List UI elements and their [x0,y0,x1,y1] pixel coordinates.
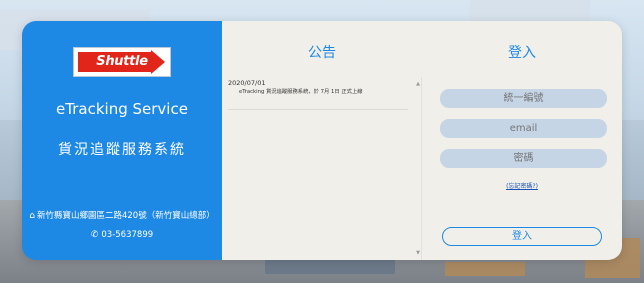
login-title: 登入 [508,45,536,61]
scroll-up-icon[interactable]: ▲ [415,81,421,87]
phone-text: 03-5637899 [101,230,154,240]
brand-subtitle: 貨況追蹤服務系統 [58,142,186,158]
news-item: 2020/07/01 eTracking 貨況追蹤服務系統，於 7月 1日 正式… [228,79,414,97]
panel-divider [421,77,422,260]
tax-id-input[interactable] [440,89,607,108]
forgot-password-link[interactable]: (忘記密碼?) [422,181,622,190]
password-input[interactable] [440,149,607,168]
company-address: ⌂ 新竹縣寶山鄉園區二路420號（新竹寶山總部） [22,209,222,221]
scroll-down-icon[interactable]: ▼ [415,250,421,256]
address-text: 新竹縣寶山鄉園區二路420號（新竹寶山總部） [36,211,215,221]
logo-text: Shuttle [96,54,148,69]
news-list[interactable]: 2020/07/01 eTracking 貨況追蹤服務系統，於 7月 1日 正式… [228,79,414,255]
news-title: 公告 [308,45,336,61]
home-icon: ⌂ [29,211,35,221]
news-item-date: 2020/07/01 [228,79,266,87]
login-card: Shuttle eTracking Service 貨況追蹤服務系統 ⌂ 新竹縣寶… [22,21,622,260]
content-panel: 公告 2020/07/01 eTracking 貨況追蹤服務系統，於 7月 1日… [222,21,622,260]
news-item-text: eTracking 貨況追蹤服務系統，於 7月 1日 正式上線 [239,89,363,95]
login-button[interactable]: 登入 [442,227,602,246]
brand-title: eTracking Service [56,100,188,118]
background-pallet [445,262,525,276]
phone-icon: ✆ [90,230,99,240]
company-phone: ✆ 03-5637899 [22,230,222,240]
news-separator [228,109,408,110]
email-input[interactable] [440,119,607,138]
brand-panel: Shuttle eTracking Service 貨況追蹤服務系統 ⌂ 新竹縣寶… [22,21,222,260]
shuttle-logo: Shuttle [73,47,171,77]
